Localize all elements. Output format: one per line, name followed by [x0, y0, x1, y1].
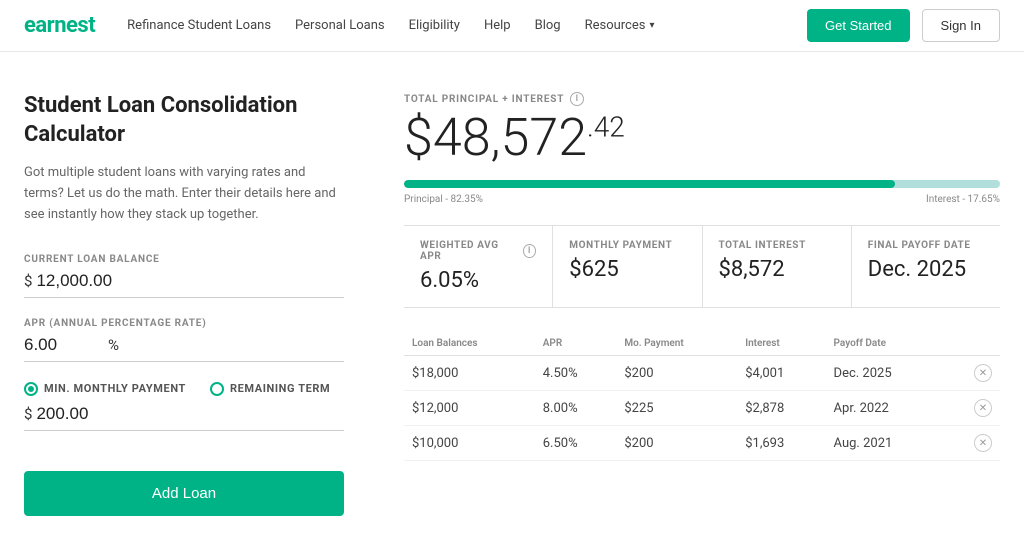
table-row: $10,000 6.50% $200 $1,693 Aug. 2021 ✕ [404, 426, 1000, 461]
cell-balance: $10,000 [404, 426, 535, 461]
stat-payoff-date: FINAL PAYOFF DATE Dec. 2025 [852, 226, 1000, 307]
progress-principal-label: Principal - 82.35% [404, 194, 483, 205]
min-payment-input-row: $ [24, 404, 344, 431]
sign-in-button[interactable]: Sign In [922, 9, 1000, 42]
add-loan-button[interactable]: Add Loan [24, 471, 344, 516]
cell-interest: $2,878 [737, 391, 825, 426]
nav-refinance[interactable]: Refinance Student Loans [127, 18, 271, 33]
nav-actions: Get Started Sign In [807, 9, 1000, 42]
cell-apr: 6.50% [535, 426, 617, 461]
payment-type-group: MIN. MONTHLY PAYMENT REMAINING TERM $ [24, 382, 344, 431]
table-header-row: Loan Balances APR Mo. Payment Interest P… [404, 332, 1000, 356]
cell-interest: $4,001 [737, 356, 825, 391]
loan-table: Loan Balances APR Mo. Payment Interest P… [404, 332, 1000, 461]
cell-apr: 8.00% [535, 391, 617, 426]
cell-payoff: Dec. 2025 [826, 356, 946, 391]
apr-input[interactable] [24, 335, 104, 355]
nav-eligibility[interactable]: Eligibility [409, 18, 460, 33]
col-apr: APR [535, 332, 617, 356]
radio-circle-filled [24, 382, 38, 396]
stat-weighted-apr-value: 6.05% [420, 268, 536, 293]
logo: earnest [24, 13, 95, 38]
delete-loan-button[interactable]: ✕ [974, 399, 992, 417]
apr-input-row: % [24, 335, 344, 362]
stat-total-interest: TOTAL INTEREST $8,572 [703, 226, 852, 307]
col-actions [945, 332, 1000, 356]
progress-bar-fill [404, 180, 895, 188]
percent-sign: % [108, 336, 119, 354]
min-payment-input[interactable] [36, 404, 344, 424]
cell-interest: $1,693 [737, 426, 825, 461]
radio-row: MIN. MONTHLY PAYMENT REMAINING TERM [24, 382, 344, 396]
cell-delete: ✕ [945, 391, 1000, 426]
main-content: Student Loan Consolidation Calculator Go… [0, 52, 1024, 540]
progress-interest-label: Interest - 17.65% [926, 194, 1000, 205]
stat-monthly-payment: MONTHLY PAYMENT $625 [553, 226, 702, 307]
delete-loan-button[interactable]: ✕ [974, 364, 992, 382]
chevron-down-icon: ▾ [649, 20, 654, 31]
cell-apr: 4.50% [535, 356, 617, 391]
total-cents: .42 [587, 111, 625, 144]
min-monthly-payment-radio[interactable]: MIN. MONTHLY PAYMENT [24, 382, 186, 396]
apr-label: APR (ANNUAL PERCENTAGE RATE) [24, 318, 344, 329]
right-panel: TOTAL PRINCIPAL + INTEREST i $48,572.42 … [404, 92, 1000, 516]
cell-delete: ✕ [945, 426, 1000, 461]
radio-circle-empty [210, 382, 224, 396]
nav-links: Refinance Student Loans Personal Loans E… [127, 18, 807, 33]
cell-balance: $12,000 [404, 391, 535, 426]
total-label: TOTAL PRINCIPAL + INTEREST i [404, 92, 1000, 106]
nav-resources[interactable]: Resources ▾ [585, 18, 655, 33]
total-info-icon[interactable]: i [570, 92, 584, 106]
stat-weighted-apr-label: WEIGHTED AVG APR i [420, 240, 536, 262]
cell-payment: $200 [616, 356, 737, 391]
cell-payment: $225 [616, 391, 737, 426]
loan-balance-label: CURRENT LOAN BALANCE [24, 254, 344, 265]
stat-payoff-date-label: FINAL PAYOFF DATE [868, 240, 984, 251]
cell-delete: ✕ [945, 356, 1000, 391]
cell-payoff: Apr. 2022 [826, 391, 946, 426]
total-amount: $48,572.42 [404, 112, 1000, 164]
table-row: $12,000 8.00% $225 $2,878 Apr. 2022 ✕ [404, 391, 1000, 426]
nav-help[interactable]: Help [484, 18, 511, 33]
calculator-title: Student Loan Consolidation Calculator [24, 92, 344, 149]
stat-monthly-payment-value: $625 [569, 257, 685, 282]
total-dollars: $48,572 [404, 107, 587, 168]
stats-row: WEIGHTED AVG APR i 6.05% MONTHLY PAYMENT… [404, 225, 1000, 308]
col-payoff-date: Payoff Date [826, 332, 946, 356]
stat-monthly-payment-label: MONTHLY PAYMENT [569, 240, 685, 251]
get-started-button[interactable]: Get Started [807, 9, 909, 42]
stat-weighted-apr: WEIGHTED AVG APR i 6.05% [404, 226, 553, 307]
col-interest: Interest [737, 332, 825, 356]
col-loan-balances: Loan Balances [404, 332, 535, 356]
apr-group: APR (ANNUAL PERCENTAGE RATE) % [24, 318, 344, 362]
stat-payoff-date-value: Dec. 2025 [868, 257, 984, 282]
stat-total-interest-value: $8,572 [719, 257, 835, 282]
left-panel: Student Loan Consolidation Calculator Go… [24, 92, 344, 516]
calculator-description: Got multiple student loans with varying … [24, 163, 344, 225]
cell-payment: $200 [616, 426, 737, 461]
stat-total-interest-label: TOTAL INTEREST [719, 240, 835, 251]
min-payment-currency: $ [24, 405, 32, 423]
table-row: $18,000 4.50% $200 $4,001 Dec. 2025 ✕ [404, 356, 1000, 391]
progress-bar [404, 180, 1000, 188]
progress-labels: Principal - 82.35% Interest - 17.65% [404, 194, 1000, 205]
loan-balance-group: CURRENT LOAN BALANCE $ [24, 254, 344, 298]
loan-balance-input[interactable] [36, 271, 344, 291]
nav-blog[interactable]: Blog [535, 18, 561, 33]
nav-personal-loans[interactable]: Personal Loans [295, 18, 385, 33]
col-mo-payment: Mo. Payment [616, 332, 737, 356]
cell-payoff: Aug. 2021 [826, 426, 946, 461]
weighted-apr-info-icon[interactable]: i [523, 244, 536, 258]
delete-loan-button[interactable]: ✕ [974, 434, 992, 452]
navbar: earnest Refinance Student Loans Personal… [0, 0, 1024, 52]
loan-balance-input-row: $ [24, 271, 344, 298]
cell-balance: $18,000 [404, 356, 535, 391]
currency-sign: $ [24, 272, 32, 290]
remaining-term-radio[interactable]: REMAINING TERM [210, 382, 330, 396]
